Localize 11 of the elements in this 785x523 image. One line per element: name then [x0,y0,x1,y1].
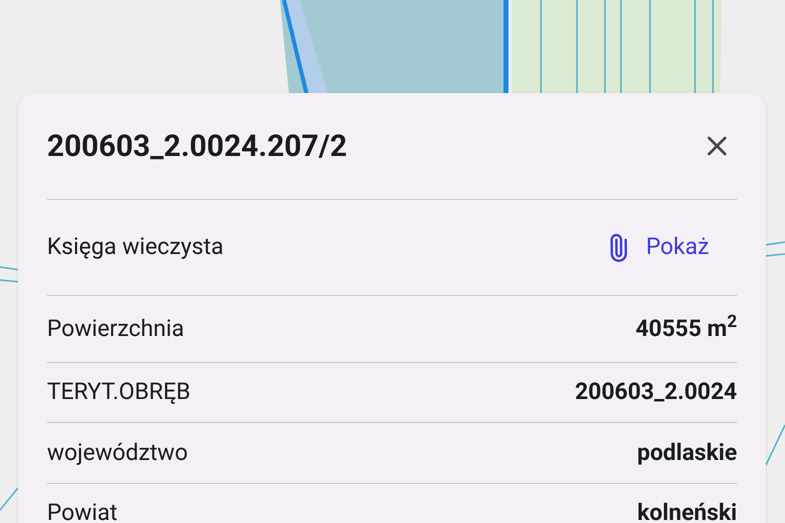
field-value: podlaskie [637,438,737,468]
field-label: Powiat [47,498,118,523]
parcel-title: 200603_2.0024.207/2 [47,128,348,166]
field-value: kolneński [637,498,737,523]
show-link[interactable]: Pokaż [604,230,709,265]
field-label: TERYT.OBRĘB [47,377,191,408]
field-label: Księga wieczysta [47,232,224,262]
field-label: województwo [47,438,188,468]
field-value: 200603_2.0024 [574,377,737,408]
field-label: Powierzchnia [47,314,184,344]
field-value: 40555 m$^{2}$ [635,312,737,344]
